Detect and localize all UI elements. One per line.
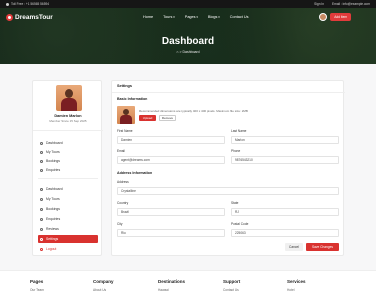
dashboard-icon bbox=[40, 141, 43, 145]
sidebar-item-my-tours-2[interactable]: My Tours bbox=[38, 195, 98, 203]
sidebar-item-my-tours[interactable]: My Tours bbox=[38, 148, 98, 156]
logo-icon bbox=[6, 13, 13, 21]
footer-link[interactable]: Hawaai bbox=[158, 288, 185, 292]
page-title: Dashboard bbox=[161, 36, 215, 47]
sidebar-item-dashboard[interactable]: Dashboard bbox=[38, 139, 98, 147]
reviews-icon bbox=[40, 227, 43, 231]
remove-button[interactable]: Remove bbox=[159, 115, 176, 121]
footer-col-services: Services Hotel bbox=[287, 279, 306, 292]
city-label: City bbox=[117, 222, 123, 226]
footer-heading: Company bbox=[93, 279, 114, 284]
bookings-icon bbox=[40, 159, 43, 163]
sidebar-item-bookings-2[interactable]: Bookings bbox=[38, 205, 98, 213]
footer-col-support: Support Contact Us bbox=[223, 279, 240, 292]
settings-title: Settings bbox=[117, 84, 132, 88]
footer-col-company: Company About Us bbox=[93, 279, 114, 292]
logout-icon bbox=[40, 247, 43, 251]
tours-icon bbox=[40, 197, 43, 201]
email-text[interactable]: Email : info@example.com bbox=[332, 2, 370, 6]
profile-avatar bbox=[56, 85, 82, 111]
cancel-button[interactable]: Cancel bbox=[285, 243, 303, 251]
sidebar-item-logout[interactable]: Logout bbox=[38, 245, 98, 253]
sign-in-link[interactable]: Sign In bbox=[314, 2, 324, 6]
footer-heading: Pages bbox=[30, 279, 44, 284]
tours-icon bbox=[40, 150, 43, 154]
breadcrumb: ⌂ > Dashboard bbox=[176, 50, 200, 54]
divider bbox=[112, 92, 345, 93]
sidebar-item-dashboard-2[interactable]: Dashboard bbox=[38, 185, 98, 193]
footer-link[interactable]: About Us bbox=[93, 288, 114, 292]
footer: Pages Our Team Company About Us Destinat… bbox=[0, 270, 376, 300]
enquiries-icon bbox=[40, 217, 43, 221]
nav-blogs[interactable]: Blogs bbox=[208, 15, 220, 19]
state-label: State bbox=[231, 201, 239, 205]
footer-link[interactable]: Contact Us bbox=[223, 288, 240, 292]
sidebar-item-settings[interactable]: Settings bbox=[38, 235, 98, 243]
upload-hint: Recommended dimensions are typically 400… bbox=[139, 109, 248, 113]
address-info-title: Address Information bbox=[117, 171, 153, 175]
address-label: Address bbox=[117, 180, 129, 184]
upload-button[interactable]: Upload bbox=[139, 115, 156, 121]
first-name-label: First Name bbox=[117, 129, 133, 133]
email-field[interactable]: agent@dreams.com bbox=[117, 156, 225, 164]
dashboard-icon bbox=[40, 187, 43, 191]
bookings-icon bbox=[40, 207, 43, 211]
nav-tours[interactable]: Tours bbox=[163, 15, 175, 19]
country-field[interactable]: Brazil bbox=[117, 208, 225, 216]
address-field[interactable]: Crystalline bbox=[117, 187, 339, 195]
sidebar-divider bbox=[38, 178, 98, 179]
basic-info-title: Basic Information bbox=[117, 97, 148, 101]
sidebar-item-bookings[interactable]: Bookings bbox=[38, 157, 98, 165]
last-name-label: Last Name bbox=[231, 129, 247, 133]
nav-contact[interactable]: Contact Us bbox=[230, 15, 249, 19]
footer-col-destinations: Destinations Hawaai bbox=[158, 279, 185, 292]
postal-code-field[interactable]: 225063 bbox=[231, 229, 339, 237]
email-label: Email bbox=[117, 149, 125, 153]
user-avatar[interactable] bbox=[319, 13, 328, 21]
sidebar: Damien Marlon Member Since 15 Sep 2025 D… bbox=[32, 80, 103, 256]
footer-heading: Destinations bbox=[158, 279, 186, 284]
add-item-button[interactable]: Add Item bbox=[330, 13, 351, 21]
enquiries-icon bbox=[40, 168, 43, 172]
sidebar-item-reviews[interactable]: Reviews bbox=[38, 225, 98, 233]
profile-name: Damien Marlon bbox=[54, 114, 82, 118]
main-nav: DreamsTour Home Tours Pages Blogs Contac… bbox=[0, 8, 376, 26]
toll-free: Toll Free : +1 56565 56594 bbox=[6, 2, 49, 6]
sidebar-item-enquiries-2[interactable]: Enquiries bbox=[38, 215, 98, 223]
first-name-field[interactable]: Damien bbox=[117, 136, 225, 144]
phone-icon bbox=[6, 2, 9, 6]
hero-banner: DreamsTour Home Tours Pages Blogs Contac… bbox=[0, 8, 376, 64]
footer-heading: Support bbox=[223, 279, 241, 284]
profile-card: Damien Marlon Member Since 15 Sep 2025 bbox=[33, 81, 103, 131]
state-field[interactable]: RJ bbox=[231, 208, 339, 216]
footer-col-pages: Pages Our Team bbox=[30, 279, 44, 292]
profile-photo bbox=[117, 106, 135, 124]
settings-card: Settings Basic Information Recommended d… bbox=[111, 80, 345, 256]
country-label: Country bbox=[117, 201, 129, 205]
phone-field[interactable]: 9876543210 bbox=[231, 156, 339, 164]
member-since: Member Since 15 Sep 2025 bbox=[49, 119, 87, 123]
footer-link[interactable]: Our Team bbox=[30, 288, 44, 292]
footer-link[interactable]: Hotel bbox=[287, 288, 306, 292]
city-field[interactable]: Rio bbox=[117, 229, 225, 237]
top-bar: Toll Free : +1 56565 56594 Sign In Email… bbox=[0, 0, 376, 8]
toll-free-text: Toll Free : +1 56565 56594 bbox=[11, 2, 50, 6]
last-name-field[interactable]: Marlon bbox=[231, 136, 339, 144]
phone-label: Phone bbox=[231, 149, 241, 153]
logo-text: DreamsTour bbox=[15, 13, 53, 21]
sidebar-item-enquiries[interactable]: Enquiries bbox=[38, 166, 98, 174]
nav-pages[interactable]: Pages bbox=[185, 15, 198, 19]
nav-home[interactable]: Home bbox=[143, 15, 153, 19]
postal-code-label: Postal Code bbox=[231, 222, 249, 226]
logo[interactable]: DreamsTour bbox=[6, 13, 53, 21]
save-changes-button[interactable]: Save Changes bbox=[306, 243, 339, 251]
settings-icon bbox=[40, 237, 43, 241]
footer-heading: Services bbox=[287, 279, 306, 284]
